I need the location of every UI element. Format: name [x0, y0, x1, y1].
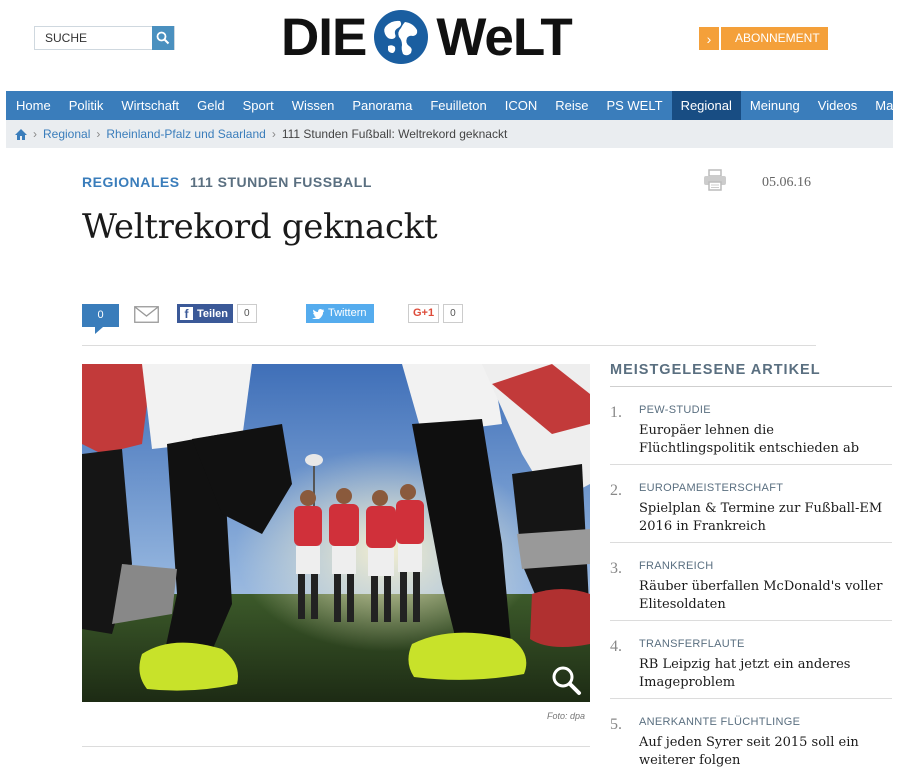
most-read-headline[interactable]: Europäer lehnen die Flüchtlingspolitik e…	[639, 422, 889, 458]
article-kicker: REGIONALES 111 STUNDEN FUSSBALL	[82, 174, 372, 190]
breadcrumb: › Regional › Rheinland-Pfalz und Saarlan…	[6, 120, 893, 148]
facebook-icon: f	[180, 307, 193, 321]
site-logo[interactable]: DIE WeLT	[281, 6, 573, 68]
facebook-count: 0	[236, 304, 257, 323]
gplus-count: 0	[443, 304, 463, 323]
most-read-number: 3.	[610, 560, 622, 577]
divider	[82, 746, 590, 747]
most-read-headline[interactable]: RB Leipzig hat jetzt ein anderes Imagepr…	[639, 656, 889, 692]
print-icon[interactable]	[703, 169, 727, 191]
most-read-list: 1. PEW-STUDIE Europäer lehnen die Flüchtli…	[610, 387, 892, 768]
main-nav: Home Politik Wirtschaft Geld Sport Wissen Pano…	[6, 91, 900, 120]
comment-count: 0	[97, 309, 104, 321]
twitter-share[interactable]: Twittern	[306, 304, 374, 323]
logo-text-right: WeLT	[436, 7, 572, 67]
facebook-label: Teilen	[197, 307, 228, 320]
most-read-number: 2.	[610, 482, 622, 499]
article-image[interactable]	[82, 364, 590, 702]
most-read-headline[interactable]: Auf jeden Syrer seit 2015 soll ein weite…	[639, 734, 889, 768]
nav-item-ps-welt[interactable]: PS WELT	[597, 91, 671, 120]
nav-item-sport[interactable]: Sport	[234, 91, 283, 120]
most-read-kicker: PEW-STUDIE	[639, 404, 711, 416]
breadcrumb-separator: ›	[96, 127, 101, 141]
football-players-photo	[82, 364, 590, 702]
nav-item-markt[interactable]: Markt	[866, 91, 900, 120]
most-read-kicker: FRANKREICH	[639, 560, 714, 572]
twitter-button[interactable]: Twittern	[306, 304, 374, 323]
nav-item-wissen[interactable]: Wissen	[283, 91, 344, 120]
nav-item-reise[interactable]: Reise	[546, 91, 597, 120]
gplus-share[interactable]: G+1 0	[408, 304, 463, 323]
breadcrumb-current: 111 Stunden Fußball: Weltrekord geknackt	[281, 127, 508, 141]
article-topic: 111 STUNDEN FUSSBALL	[189, 174, 372, 190]
most-read-kicker: TRANSFERFLAUTE	[639, 638, 745, 650]
nav-item-geld[interactable]: Geld	[188, 91, 233, 120]
search-button[interactable]	[152, 26, 174, 50]
nav-item-regional[interactable]: Regional	[671, 91, 741, 120]
nav-item-icon[interactable]: ICON	[496, 91, 547, 120]
most-read-headline[interactable]: Spielplan & Termine zur Fußball-EM 2016 …	[639, 500, 889, 536]
search-box[interactable]	[34, 26, 175, 50]
search-icon	[156, 31, 170, 45]
nav-item-politik[interactable]: Politik	[60, 91, 113, 120]
comments-button[interactable]: 0	[82, 304, 119, 334]
nav-item-home[interactable]: Home	[6, 91, 60, 120]
zoom-icon[interactable]	[550, 664, 582, 696]
most-read-number: 1.	[610, 404, 622, 421]
facebook-share[interactable]: f Teilen 0	[177, 304, 257, 323]
subscribe-button[interactable]: › ABONNEMENT	[699, 27, 828, 50]
logo-text-left: DIE	[281, 7, 367, 67]
photo-credit: Foto: dpa	[547, 711, 586, 721]
most-read-item[interactable]: 4. TRANSFERFLAUTE RB Leipzig hat jetzt ein…	[610, 621, 892, 699]
nav-item-wirtschaft[interactable]: Wirtschaft	[112, 91, 188, 120]
gplus-button[interactable]: G+1	[408, 304, 440, 323]
breadcrumb-link-rlp[interactable]: Rheinland-Pfalz und Saarland	[106, 127, 265, 141]
breadcrumb-separator: ›	[271, 127, 276, 141]
facebook-button[interactable]: f Teilen	[177, 304, 233, 323]
divider	[82, 345, 816, 346]
most-read-item[interactable]: 5. ANERKANNTE FLÜCHTLINGE Auf jeden Syrer …	[610, 699, 892, 768]
chevron-right-icon: ›	[699, 27, 721, 50]
twitter-icon	[312, 308, 324, 319]
globe-icon	[374, 10, 429, 64]
most-read-title: MEISTGELESENE ARTIKEL	[610, 362, 821, 378]
nav-item-videos[interactable]: Videos	[809, 91, 867, 120]
most-read-item[interactable]: 2. EUROPAMEISTERSCHAFT Spielplan & Termine…	[610, 465, 892, 543]
most-read-kicker: ANERKANNTE FLÜCHTLINGE	[639, 716, 801, 728]
article-section[interactable]: REGIONALES	[82, 174, 180, 190]
article-headline: Weltrekord geknackt	[82, 207, 438, 247]
nav-item-feuilleton[interactable]: Feuilleton	[421, 91, 495, 120]
most-read-number: 4.	[610, 638, 622, 655]
nav-item-meinung[interactable]: Meinung	[741, 91, 809, 120]
most-read-item[interactable]: 1. PEW-STUDIE Europäer lehnen die Flüchtli…	[610, 387, 892, 465]
mail-icon[interactable]	[134, 306, 159, 323]
breadcrumb-separator: ›	[33, 127, 37, 141]
most-read-headline[interactable]: Räuber überfallen McDonald's voller Elit…	[639, 578, 889, 614]
twitter-label: Twittern	[328, 307, 367, 319]
search-input[interactable]	[35, 27, 152, 49]
home-icon[interactable]	[15, 128, 27, 140]
article-date: 05.06.16	[762, 175, 811, 190]
subscribe-label: ABONNEMENT	[721, 27, 828, 50]
breadcrumb-link-regional[interactable]: Regional	[43, 127, 90, 141]
most-read-number: 5.	[610, 716, 622, 733]
most-read-item[interactable]: 3. FRANKREICH Räuber überfallen McDonald's…	[610, 543, 892, 621]
nav-item-panorama[interactable]: Panorama	[343, 91, 421, 120]
most-read-kicker: EUROPAMEISTERSCHAFT	[639, 482, 784, 494]
